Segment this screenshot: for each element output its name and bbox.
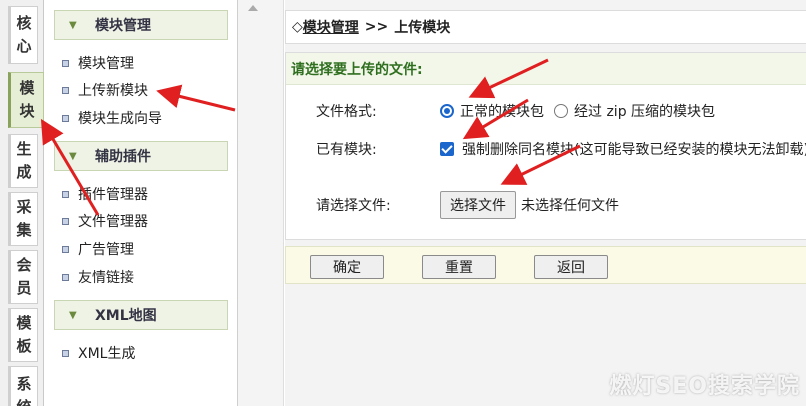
menu-group-plugins[interactable]: ▼ 辅助插件	[54, 141, 228, 171]
bullet-icon	[62, 217, 69, 225]
tab-members[interactable]: 会员	[8, 250, 38, 304]
action-bar: 确定 重置 返回	[285, 246, 806, 284]
menu-item-plugin-manager[interactable]: 插件管理器	[62, 184, 148, 204]
bullet-icon	[62, 245, 69, 253]
frame-gutter	[238, 0, 284, 406]
confirm-button[interactable]: 确定	[310, 255, 384, 279]
choose-file-button[interactable]: 选择文件	[440, 191, 516, 219]
watermark: 燃灯SEO搜索学院	[609, 374, 800, 399]
upload-form-panel: 请选择要上传的文件: 文件格式: 正常的模块包 经过 zip 压缩的模块包 已有…	[285, 52, 806, 240]
tab-label: 会员	[16, 256, 32, 297]
radio-zip-package-label: 经过 zip 压缩的模块包	[574, 104, 716, 120]
file-status: 未选择任何文件	[521, 198, 619, 214]
radio-zip-package[interactable]	[554, 104, 568, 118]
menu-item-label: 上传新模块	[78, 83, 148, 99]
menu-group-title: XML地图	[95, 308, 157, 324]
breadcrumb: ◇ 模块管理 >> 上传模块	[285, 10, 806, 44]
menu-group-title: 辅助插件	[95, 149, 151, 165]
file-row: 请选择文件: 选择文件 未选择任何文件	[316, 191, 619, 219]
left-menu: ▼ 模块管理 模块管理 上传新模块 模块生成向导 ▼ 辅助插件 插件管理器 文件…	[44, 0, 238, 406]
menu-group-module-management[interactable]: ▼ 模块管理	[54, 10, 228, 40]
bullet-icon	[62, 190, 69, 198]
reset-button[interactable]: 重置	[422, 255, 496, 279]
menu-item-label: 模块管理	[78, 56, 134, 72]
tab-label: 模块	[19, 79, 35, 120]
back-button[interactable]: 返回	[534, 255, 608, 279]
breadcrumb-current: 上传模块	[394, 20, 451, 36]
tab-generate[interactable]: 生成	[8, 134, 38, 188]
bullet-icon	[62, 273, 69, 281]
scroll-up-icon[interactable]	[248, 5, 258, 11]
radio-normal-package[interactable]	[440, 104, 454, 118]
breadcrumb-link-module-management[interactable]: 模块管理	[303, 17, 359, 37]
tab-label: 系统	[16, 375, 32, 406]
diamond-icon: ◇	[292, 19, 303, 35]
chevron-down-icon: ▼	[69, 309, 77, 321]
menu-group-title: 模块管理	[95, 18, 151, 34]
tab-templates[interactable]: 模板	[8, 308, 38, 362]
existing-module-label: 已有模块:	[316, 142, 377, 158]
tab-label: 核心	[16, 14, 32, 55]
menu-item-label: 插件管理器	[78, 187, 148, 203]
force-delete-label: 强制删除同名模块(这可能导致已经安装的模块无法卸载)	[462, 142, 806, 158]
tab-label: 生成	[16, 140, 32, 181]
format-label: 文件格式:	[316, 104, 377, 120]
chevron-down-icon: ▼	[69, 150, 77, 162]
panel-title: 请选择要上传的文件:	[286, 53, 806, 85]
menu-item-label: 模块生成向导	[78, 111, 162, 127]
menu-item-friend-links[interactable]: 友情链接	[62, 267, 134, 287]
existing-module-row: 已有模块: 强制删除同名模块(这可能导致已经安装的模块无法卸载)	[316, 139, 806, 159]
menu-item-label: 广告管理	[78, 242, 134, 258]
tab-collect[interactable]: 采集	[8, 192, 38, 246]
module-tab-strip: 核心 模块 生成 采集 会员 模板 系统	[0, 0, 44, 406]
bullet-icon	[62, 86, 69, 94]
tab-system[interactable]: 系统	[8, 366, 38, 406]
force-delete-checkbox[interactable]	[440, 142, 454, 156]
menu-item-label: 友情链接	[78, 270, 134, 286]
menu-item-module-management[interactable]: 模块管理	[62, 53, 134, 73]
menu-item-file-manager[interactable]: 文件管理器	[62, 211, 148, 231]
bullet-icon	[62, 349, 69, 357]
radio-normal-package-label: 正常的模块包	[460, 104, 544, 120]
tab-label: 采集	[16, 198, 32, 239]
menu-item-ad-manager[interactable]: 广告管理	[62, 239, 134, 259]
breadcrumb-separator: >>	[364, 19, 389, 35]
bullet-icon	[62, 114, 69, 122]
menu-group-xml-map[interactable]: ▼ XML地图	[54, 300, 228, 330]
bullet-icon	[62, 59, 69, 67]
tab-modules[interactable]: 模块	[8, 72, 44, 128]
format-row: 文件格式: 正常的模块包 经过 zip 压缩的模块包	[316, 101, 715, 121]
menu-item-label: 文件管理器	[78, 214, 148, 230]
menu-item-upload-module[interactable]: 上传新模块	[62, 80, 148, 100]
chevron-down-icon: ▼	[69, 19, 77, 31]
tab-label: 模板	[16, 314, 32, 355]
menu-item-xml-generate[interactable]: XML生成	[62, 343, 135, 363]
main-content: ◇ 模块管理 >> 上传模块 请选择要上传的文件: 文件格式: 正常的模块包 经…	[285, 0, 806, 406]
file-label: 请选择文件:	[316, 198, 391, 214]
menu-item-label: XML生成	[78, 346, 136, 362]
tab-core[interactable]: 核心	[8, 6, 38, 64]
menu-item-module-wizard[interactable]: 模块生成向导	[62, 108, 162, 128]
